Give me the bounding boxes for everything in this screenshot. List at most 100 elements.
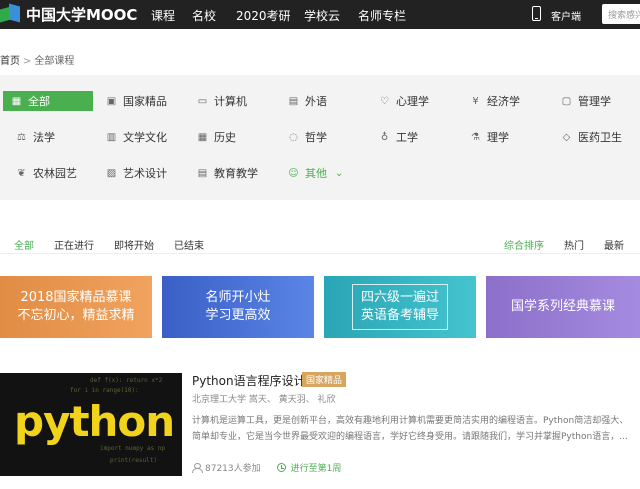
- nav-item-school-cloud[interactable]: 学校云: [304, 7, 340, 24]
- heart-icon: ♡: [380, 95, 389, 107]
- more-icon: ☺: [288, 167, 299, 179]
- national-excellent-badge: 国家精品: [302, 372, 347, 387]
- search-input[interactable]: 搜索感兴趣的课程: [602, 4, 640, 24]
- pill-icon: ◇: [562, 131, 571, 143]
- logo-text: 中国大学MOOC: [26, 5, 138, 24]
- nav-item-kaoyan[interactable]: 2020考研: [236, 7, 291, 24]
- course-stats: 87213人参加 进行至第1周: [192, 461, 341, 474]
- promo-banner-sinology[interactable]: 国学系列经典慕课: [486, 276, 640, 338]
- promo-banner-national-excellent[interactable]: 2018国家精品慕课 不忘初心，精益求精: [0, 276, 152, 338]
- site-logo[interactable]: 中国大学MOOC: [0, 3, 137, 25]
- participant-count: 87213人参加: [205, 464, 261, 474]
- grid-icon: ▦: [11, 95, 22, 107]
- person-icon: [192, 463, 203, 473]
- course-meta: 北京理工大学 嵩天、 黄天羽、 礼欣: [192, 395, 336, 405]
- leaf-icon: ❦: [17, 167, 26, 179]
- course-title[interactable]: Python语言程序设计: [192, 372, 306, 389]
- flask-icon: ⚗: [471, 131, 480, 143]
- category-label: 哲学: [305, 131, 327, 144]
- clock-icon: [276, 463, 286, 472]
- banner-text: 四六级一遍过 英语备考辅导: [351, 284, 448, 330]
- code-texture: def f(x): return x*2: [90, 377, 163, 384]
- filter-ongoing[interactable]: 正在进行: [54, 237, 94, 252]
- category-science[interactable]: ⚗ 理学: [470, 127, 509, 147]
- category-label: 理学: [487, 131, 509, 144]
- category-label: 工学: [396, 131, 418, 144]
- category-art-design[interactable]: ▨ 艺术设计: [106, 163, 167, 183]
- filter-bar: 全部 正在进行 即将开始 已结束 综合排序 热门 最新: [0, 230, 640, 254]
- category-medicine[interactable]: ◇ 医药卫生: [561, 127, 622, 147]
- nav-item-teacher-column[interactable]: 名师专栏: [358, 7, 406, 24]
- category-label: 法学: [33, 131, 55, 144]
- chevron-down-icon: ⌄: [335, 167, 344, 179]
- category-label: 文学文化: [123, 131, 167, 144]
- top-navbar: 中国大学MOOC 课程 名校 2020考研 学校云 名师专栏 客户端 搜索感兴趣…: [0, 0, 640, 29]
- promo-banner-teacher[interactable]: 名师开小灶 学习更高效: [162, 276, 314, 338]
- doc-icon: ▤: [197, 167, 208, 179]
- category-psychology[interactable]: ♡ 心理学: [379, 91, 429, 111]
- category-label: 全部: [28, 95, 50, 108]
- pin-icon: ♁: [380, 131, 389, 143]
- category-foreign-language[interactable]: ▤ 外语: [288, 91, 327, 111]
- filter-ended[interactable]: 已结束: [174, 237, 204, 252]
- category-education[interactable]: ▤ 教育教学: [197, 163, 258, 183]
- code-texture: import numpy as np: [100, 445, 166, 452]
- category-label: 医药卫生: [578, 131, 622, 144]
- client-app-link[interactable]: 客户端: [551, 8, 581, 23]
- bulb-icon: ◌: [289, 131, 298, 143]
- chat-icon: ▤: [288, 95, 299, 107]
- course-description: 计算机是运算工具，更是创新平台，高效有趣地利用计算机需要更简洁实用的编程语言。P…: [192, 416, 629, 442]
- category-engineering[interactable]: ♁ 工学: [379, 127, 418, 147]
- filter-all[interactable]: 全部: [14, 237, 34, 252]
- book-icon: ▥: [106, 131, 117, 143]
- category-label: 历史: [214, 131, 236, 144]
- category-label: 管理学: [578, 95, 611, 108]
- category-history[interactable]: ▦ 历史: [197, 127, 236, 147]
- medal-icon: ▣: [106, 95, 117, 107]
- category-national-excellent[interactable]: ▣ 国家精品: [106, 91, 167, 111]
- briefcase-icon: ▢: [561, 95, 572, 107]
- category-computer[interactable]: ▭ 计算机: [197, 91, 247, 111]
- course-thumbnail[interactable]: def f(x): return x*2 for i in range(10):…: [0, 373, 182, 476]
- banner-text: 名师开小灶 学习更高效: [205, 290, 271, 323]
- category-literature[interactable]: ▥ 文学文化: [106, 127, 167, 147]
- category-label: 农林园艺: [33, 167, 77, 180]
- sort-default[interactable]: 综合排序: [504, 237, 544, 252]
- sort-newest[interactable]: 最新: [604, 237, 624, 252]
- palette-icon: ▨: [106, 167, 117, 179]
- category-philosophy[interactable]: ◌ 哲学: [288, 127, 327, 147]
- banner-text: 2018国家精品慕课 不忘初心，精益求精: [17, 290, 135, 323]
- calendar-icon: ▦: [197, 131, 208, 143]
- phone-icon[interactable]: [532, 6, 541, 21]
- code-texture: print(result): [110, 457, 157, 464]
- banner-text: 国学系列经典慕课: [510, 299, 615, 314]
- nav-item-courses[interactable]: 课程: [151, 7, 175, 24]
- nav-item-schools[interactable]: 名校: [192, 7, 216, 24]
- category-label: 教育教学: [214, 167, 258, 180]
- category-label: 其他: [305, 167, 327, 180]
- category-label: 艺术设计: [123, 167, 167, 180]
- category-management[interactable]: ▢ 管理学: [561, 91, 611, 111]
- category-label: 外语: [305, 95, 327, 108]
- category-label: 经济学: [487, 95, 520, 108]
- sort-popular[interactable]: 热门: [564, 237, 584, 252]
- yuan-icon: ¥: [472, 95, 479, 107]
- breadcrumb: 首页 > 全部课程: [0, 52, 74, 67]
- category-label: 计算机: [214, 95, 247, 108]
- python-logo-word: python: [14, 397, 175, 446]
- promo-banner-cet[interactable]: 四六级一遍过 英语备考辅导: [324, 276, 476, 338]
- filter-upcoming[interactable]: 即将开始: [114, 237, 154, 252]
- scale-icon: ⚖: [17, 131, 26, 143]
- category-agriculture[interactable]: ❦ 农林园艺: [16, 163, 77, 183]
- category-label: 国家精品: [123, 95, 167, 108]
- category-label: 心理学: [396, 95, 429, 108]
- breadcrumb-current: 全部课程: [34, 56, 75, 67]
- category-law[interactable]: ⚖ 法学: [16, 127, 55, 147]
- monitor-icon: ▭: [197, 95, 208, 107]
- course-progress: 进行至第1周: [290, 464, 342, 474]
- category-all[interactable]: ▦ 全部: [3, 91, 93, 111]
- category-economics[interactable]: ¥ 经济学: [470, 91, 520, 111]
- breadcrumb-home[interactable]: 首页: [0, 56, 20, 67]
- category-other[interactable]: ☺ 其他 ⌄: [288, 163, 343, 183]
- category-panel: ▦ 全部 ▣ 国家精品 ▭ 计算机 ▤ 外语 ♡ 心理学 ¥ 经济学 ▢ 管理学 ⚖ 法学 ▥ 文…: [0, 75, 640, 200]
